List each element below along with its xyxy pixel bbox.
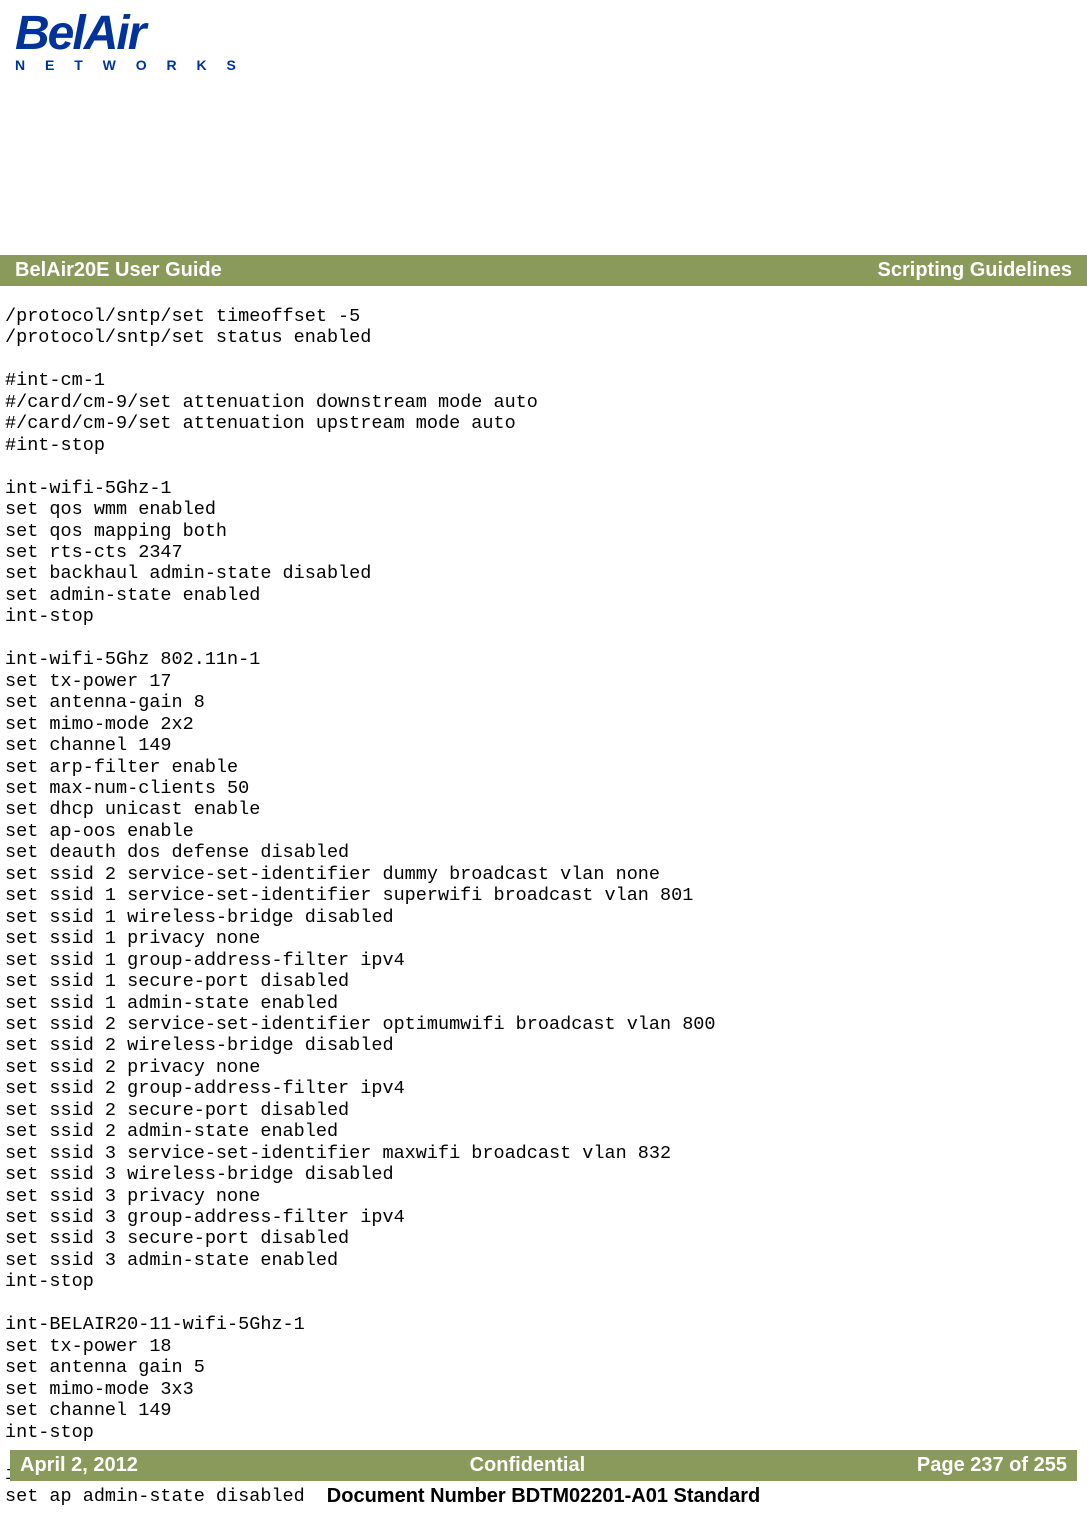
footer-date: April 2, 2012 [20,1454,138,1477]
belair-logo: BelAir N E T W O R K S [15,12,244,73]
decorative-arcs-icon [967,0,1087,100]
section-title: Scripting Guidelines [878,259,1072,282]
footer-confidential: Confidential [470,1454,586,1477]
document-number: Document Number BDTM02201-A01 Standard [0,1485,1087,1508]
header: BelAir N E T W O R K S [0,0,1087,130]
logo-main-text: BelAir [15,12,244,55]
logo-sub-text: N E T W O R K S [15,57,244,73]
title-bar: BelAir20E User Guide Scripting Guideline… [0,255,1087,286]
script-content: /protocol/sntp/set timeoffset -5 /protoc… [0,286,1087,1527]
guide-title: BelAir20E User Guide [15,259,222,282]
footer-page: Page 237 of 255 [917,1454,1067,1477]
footer-bar: April 2, 2012 Confidential Page 237 of 2… [10,1450,1077,1481]
